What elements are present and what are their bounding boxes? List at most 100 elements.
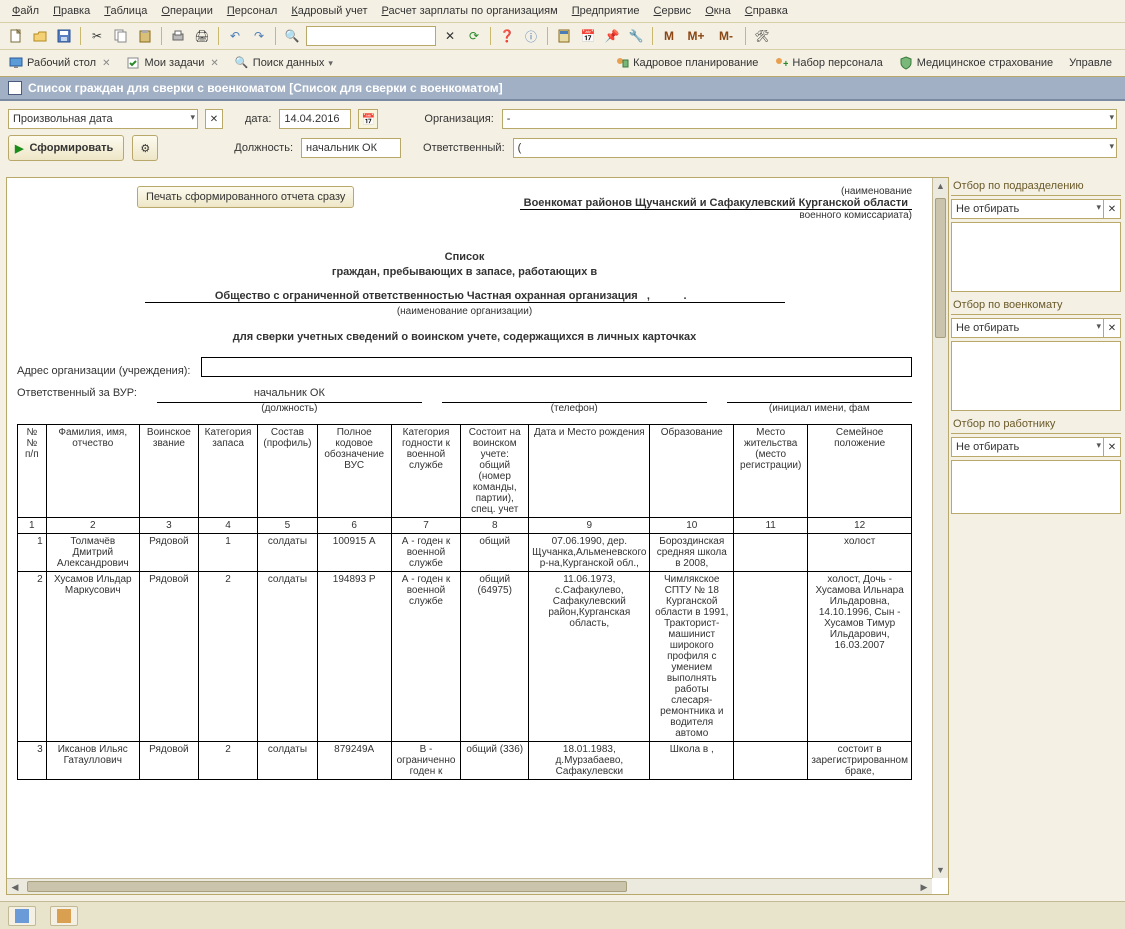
table-colnum-row: 123456789101112	[18, 518, 912, 534]
svg-text:+: +	[783, 59, 788, 70]
toolbar-sep	[275, 27, 276, 45]
m-button[interactable]: М	[659, 26, 679, 46]
employee-filter-combo[interactable]: Не отбирать	[951, 437, 1104, 457]
clear-filter-btn[interactable]: ✕	[1103, 199, 1121, 219]
m-plus-button[interactable]: М+	[683, 26, 709, 46]
organization-combo[interactable]: -	[502, 109, 1117, 129]
date-input[interactable]: 14.04.2016	[279, 109, 351, 129]
refresh-icon[interactable]: ⟳	[464, 26, 484, 46]
nav-search-data[interactable]: 🔍 Поиск данных	[230, 52, 342, 74]
menu-item[interactable]: Операции	[155, 2, 218, 20]
pin-icon[interactable]: 📌	[602, 26, 622, 46]
menu-item[interactable]: Предприятие	[566, 2, 646, 20]
menu-item[interactable]: Персонал	[221, 2, 284, 20]
new-doc-icon[interactable]	[6, 26, 26, 46]
scroll-up-arrow-icon[interactable]: ▲	[933, 178, 948, 194]
help-icon[interactable]: ❓	[497, 26, 517, 46]
horizontal-scrollbar[interactable]: ◀ ▶	[7, 878, 932, 894]
calendar-picker-icon[interactable]: 📅	[358, 109, 378, 129]
commissariat-name: Военкомат районов Щучанский и Сафакулевс…	[520, 197, 912, 210]
tool-icon[interactable]: 🔧	[626, 26, 646, 46]
commissariat-list[interactable]	[951, 341, 1121, 411]
menu-item[interactable]: Справка	[739, 2, 794, 20]
col-number: 1	[18, 518, 47, 534]
cell-rank: Рядовой	[139, 572, 198, 742]
org-label: Организация:	[424, 113, 493, 125]
menu-item[interactable]: Файл	[6, 2, 45, 20]
print-immediately-button[interactable]: Печать сформированного отчета сразу	[137, 186, 354, 208]
close-x-icon[interactable]: ✕	[210, 58, 218, 69]
nav-label: Медицинское страхование	[917, 57, 1053, 69]
table-row[interactable]: 1Толмачёв Дмитрий АлександровичРядовой1с…	[18, 534, 912, 572]
nav-label: Поиск данных	[253, 57, 325, 69]
nav-desktop[interactable]: Рабочий стол ✕	[4, 52, 119, 74]
copy-icon[interactable]	[111, 26, 131, 46]
filter-employee: Отбор по работнику Не отбирать ✕	[951, 415, 1121, 514]
nav-medical[interactable]: Медицинское страхование	[894, 52, 1062, 74]
menu-item[interactable]: Окна	[699, 2, 737, 20]
filter-subdivision: Отбор по подразделению Не отбирать ✕	[951, 177, 1121, 292]
print-preview-icon[interactable]: 🖨	[192, 26, 212, 46]
scroll-down-arrow-icon[interactable]: ▼	[933, 862, 948, 878]
commissariat-filter-combo[interactable]: Не отбирать	[951, 318, 1104, 338]
scroll-thumb[interactable]	[935, 198, 946, 338]
nav-tasks[interactable]: Мои задачи ✕	[121, 52, 227, 74]
scroll-left-arrow-icon[interactable]: ◀	[7, 879, 23, 894]
button-label: Печать сформированного отчета сразу	[146, 191, 345, 203]
cell-cat: 2	[198, 742, 257, 780]
paste-icon[interactable]	[135, 26, 155, 46]
table-row[interactable]: 3Иксанов Ильяс ГатаулловичРядовой2солдат…	[18, 742, 912, 780]
settings-button[interactable]: ⚙	[132, 135, 158, 161]
responsible-combo[interactable]: (	[513, 138, 1117, 158]
vertical-scrollbar[interactable]: ▲ ▼	[932, 178, 948, 878]
status-item-1[interactable]	[8, 906, 36, 926]
print-icon[interactable]	[168, 26, 188, 46]
citizens-table: № № п/п Фамилия, имя, отчество Воинское …	[17, 424, 912, 780]
col-family: Семейное положение	[808, 425, 912, 518]
undo-icon[interactable]: ↶	[225, 26, 245, 46]
calc-icon[interactable]	[554, 26, 574, 46]
clear-filter-btn[interactable]: ✕	[1103, 318, 1121, 338]
search-field[interactable]	[306, 26, 436, 46]
nav-recruitment[interactable]: + Набор персонала	[769, 52, 891, 74]
clear-filter-btn[interactable]: ✕	[1103, 437, 1121, 457]
calendar-icon[interactable]: 📅	[578, 26, 598, 46]
table-row[interactable]: 2Хусамов Ильдар МаркусовичРядовой2солдат…	[18, 572, 912, 742]
subdivision-filter-combo[interactable]: Не отбирать	[951, 199, 1104, 219]
menu-item[interactable]: Сервис	[648, 2, 698, 20]
table-body: 1Толмачёв Дмитрий АлександровичРядовой1с…	[18, 534, 912, 780]
scroll-right-arrow-icon[interactable]: ▶	[916, 879, 932, 894]
shield-icon	[899, 56, 913, 70]
toolbar-sep	[652, 27, 653, 45]
clear-icon[interactable]: ✕	[440, 26, 460, 46]
redo-icon[interactable]: ↷	[249, 26, 269, 46]
open-icon[interactable]	[30, 26, 50, 46]
col-edu: Образование	[650, 425, 734, 518]
input-value: начальник ОК	[306, 142, 377, 154]
settings-icon[interactable]: 🛠	[752, 26, 772, 46]
menu-item[interactable]: Таблица	[98, 2, 153, 20]
nav-hr-planning[interactable]: Кадровое планирование	[610, 52, 767, 74]
nav-manage[interactable]: Управле	[1064, 53, 1121, 73]
clear-period-btn[interactable]: ✕	[205, 109, 223, 129]
subdivision-list[interactable]	[951, 222, 1121, 292]
scroll-thumb[interactable]	[27, 881, 627, 892]
cut-icon[interactable]: ✂	[87, 26, 107, 46]
menu-item[interactable]: Правка	[47, 2, 96, 20]
form-row-2: ▶ Сформировать ⚙ Должность: начальник ОК…	[0, 135, 1125, 167]
cell-staff: солдаты	[258, 572, 317, 742]
save-icon[interactable]	[54, 26, 74, 46]
menu-item[interactable]: Кадровый учет	[285, 2, 373, 20]
close-x-icon[interactable]: ✕	[102, 58, 110, 69]
info-icon[interactable]: ⓘ	[521, 26, 541, 46]
menu-item[interactable]: Расчет зарплаты по организациям	[376, 2, 564, 20]
m-minus-button[interactable]: М-	[713, 26, 739, 46]
position-input[interactable]: начальник ОК	[301, 138, 401, 158]
period-mode-combo[interactable]: Произвольная дата	[8, 109, 198, 129]
status-bar	[0, 901, 1125, 929]
generate-button[interactable]: ▶ Сформировать	[8, 135, 124, 161]
employee-list[interactable]	[951, 460, 1121, 514]
report-scroll[interactable]: (наименование Военкомат районов Щучански…	[7, 178, 932, 878]
status-item-2[interactable]	[50, 906, 78, 926]
search-icon[interactable]: 🔍	[282, 26, 302, 46]
